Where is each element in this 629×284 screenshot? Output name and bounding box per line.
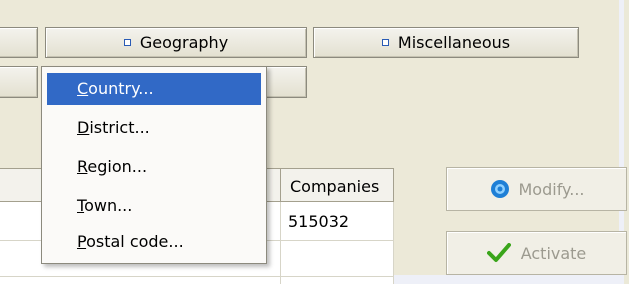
menu-item-district[interactable]: District... (47, 112, 261, 144)
cell-companies[interactable]: 515032 (288, 212, 349, 231)
modify-button[interactable]: Modify... (446, 167, 627, 211)
menu-item-label: ostal code... (86, 232, 184, 251)
row-divider (0, 276, 394, 277)
modify-button-label: Modify... (518, 179, 585, 199)
menu-item-region[interactable]: Region... (47, 151, 261, 183)
menu-item-label: own... (84, 196, 133, 215)
menu-item-accel: R (77, 157, 88, 176)
bullet-icon (123, 39, 131, 46)
menu-item-accel: T (77, 196, 85, 215)
menu-item-accel: P (77, 232, 87, 251)
menu-item-country[interactable]: Country... (47, 73, 261, 105)
menu-item-label: egion... (87, 157, 148, 176)
bullet-icon (381, 39, 389, 46)
menu-item-town[interactable]: Town... (47, 190, 261, 222)
activate-button[interactable]: Activate (446, 231, 627, 275)
column-divider (280, 202, 281, 284)
checkmark-icon (486, 243, 511, 262)
menu-item-accel: C (77, 79, 89, 98)
window-background: Geography Miscellaneous Companies 515032… (0, 0, 627, 284)
menu-item-postal-code[interactable]: Postal code... (47, 226, 261, 258)
menu-item-label: ountry... (88, 79, 154, 98)
column-divider (393, 202, 394, 284)
menu-item-accel: D (77, 118, 90, 137)
miscellaneous-button[interactable]: Miscellaneous (313, 27, 579, 58)
geography-dropdown-menu: Country... District... Region... Town...… (41, 66, 267, 264)
miscellaneous-button-label: Miscellaneous (397, 33, 511, 52)
geography-button-label: Geography (139, 33, 229, 52)
menu-item-label: istrict... (89, 118, 150, 137)
modify-icon (490, 180, 509, 198)
category-button-row2-left[interactable] (0, 66, 38, 98)
category-button-left-partial[interactable] (0, 27, 38, 58)
activate-button-label: Activate (520, 243, 587, 263)
geography-button[interactable]: Geography (45, 27, 307, 58)
column-divider (280, 169, 281, 203)
column-header-companies[interactable]: Companies (290, 177, 379, 196)
column-divider (393, 169, 394, 203)
